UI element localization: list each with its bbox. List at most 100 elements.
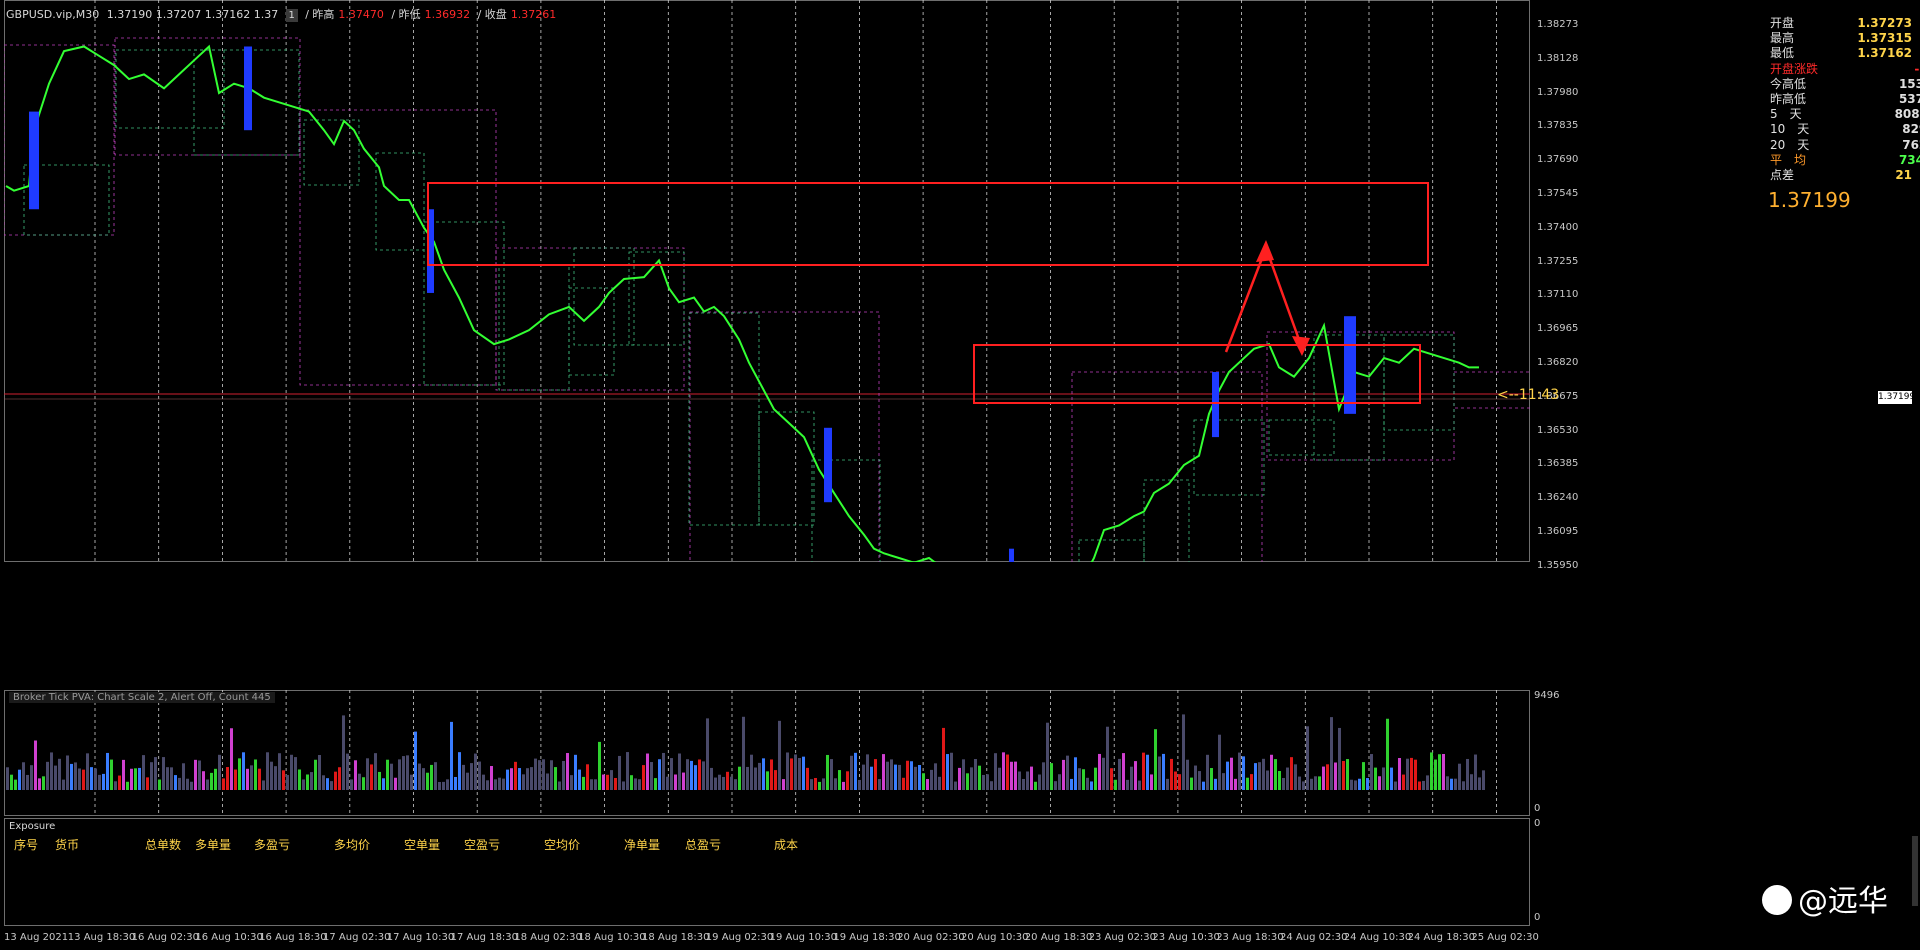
climax-bar: [824, 427, 832, 503]
volume-bar: [486, 780, 489, 790]
info-label: 10 天: [1770, 122, 1810, 137]
volume-bar: [1138, 780, 1141, 790]
range-box: [299, 109, 497, 386]
volume-bar: [454, 776, 457, 790]
volume-bar: [894, 764, 897, 790]
volume-bar: [42, 776, 45, 790]
volume-bar: [1074, 757, 1077, 790]
volume-bar: [626, 752, 629, 790]
volume-bar: [1350, 779, 1353, 790]
volume-bar: [1086, 777, 1089, 790]
volume-bar: [18, 769, 21, 790]
volume-bar: [198, 760, 201, 790]
volume-bar: [346, 753, 349, 790]
volume-bar: [462, 764, 465, 790]
volume-bar: [1386, 718, 1389, 790]
volume-bar: [706, 718, 709, 790]
prev-low-label: / 昨低: [391, 8, 421, 21]
volume-bar: [866, 754, 869, 790]
volume-bar: [806, 767, 809, 790]
volume-bar: [1058, 774, 1061, 790]
info-label: 20 天: [1770, 137, 1810, 152]
volume-bar: [74, 762, 77, 790]
volume-bar: [1258, 762, 1261, 790]
volume-bar: [1462, 781, 1465, 790]
volume-bar: [126, 781, 129, 790]
volume-bar: [722, 776, 725, 790]
volume-bar: [1338, 727, 1341, 790]
time-axis-label: 24 Aug 02:30: [1280, 932, 1348, 943]
volume-bar: [510, 768, 513, 790]
time-axis-label: 16 Aug 10:30: [195, 932, 263, 943]
one-click-button[interactable]: 1: [285, 9, 298, 22]
volume-bar: [154, 757, 157, 790]
volume-bar: [1126, 779, 1129, 790]
volume-bar: [582, 776, 585, 790]
volume-bar: [1174, 771, 1177, 790]
exposure-column-header: 总单数: [145, 838, 182, 852]
volume-bar: [422, 768, 425, 790]
info-row: 点差 21: [1770, 168, 1912, 183]
volume-bar: [686, 759, 689, 790]
volume-bar: [430, 764, 433, 790]
range-box: [1268, 419, 1335, 456]
volume-bar: [1418, 781, 1421, 790]
prev-high-value: 1.37470: [338, 8, 384, 21]
volume-bar: [30, 765, 33, 790]
volume-bar: [534, 758, 537, 790]
volume-bar: [142, 755, 145, 790]
pva-title: Broker Tick PVA: Chart Scale 2, Alert Of…: [9, 692, 275, 703]
volume-bar: [342, 715, 345, 790]
current-price-box: 1.37199: [1878, 391, 1916, 404]
price-axis-label: 1.38273: [1537, 19, 1579, 30]
volume-bar: [146, 777, 149, 790]
volume-bar: [354, 760, 357, 790]
exposure-panel[interactable]: [4, 818, 1530, 926]
volume-bar: [738, 766, 741, 790]
volume-bar: [742, 716, 745, 790]
volume-bar: [610, 770, 613, 790]
projection-arrow[interactable]: [1224, 244, 1304, 353]
volume-bar: [774, 770, 777, 790]
exposure-scrollbar[interactable]: [1912, 836, 1918, 906]
volume-bar: [1466, 758, 1469, 790]
info-value: 153: [1898, 76, 1920, 91]
volume-bar: [918, 765, 921, 790]
volume-bar: [1326, 764, 1329, 790]
volume-bar: [930, 769, 933, 790]
volume-bar: [1410, 757, 1413, 790]
volume-bar: [810, 779, 813, 790]
volume-bar: [782, 779, 785, 790]
climax-bar: [29, 111, 39, 210]
resistance-zone-box[interactable]: [427, 182, 1429, 266]
volume-bar: [446, 779, 449, 790]
pva-volume-canvas: [6, 690, 1497, 816]
volume-bar: [234, 769, 237, 790]
volume-bar: [210, 772, 213, 790]
volume-bar: [54, 765, 57, 790]
price-chart-canvas[interactable]: [4, 0, 1530, 562]
volume-bar: [306, 774, 309, 790]
volume-bar: [766, 771, 769, 790]
volume-bar: [842, 781, 845, 790]
volume-bar: [1310, 778, 1313, 790]
volume-bar: [1306, 726, 1309, 790]
volume-bar: [570, 775, 573, 790]
volume-bar: [1282, 777, 1285, 790]
volume-bar: [598, 741, 601, 790]
volume-bar: [266, 752, 269, 790]
price-axis-label: 1.36820: [1537, 357, 1579, 368]
volume-bar: [1354, 780, 1357, 790]
volume-bar: [482, 774, 485, 790]
volume-bar: [1398, 758, 1401, 790]
range-box: [114, 37, 301, 156]
volume-bar: [678, 753, 681, 790]
volume-bar: [398, 759, 401, 790]
time-axis-label: 23 Aug 10:30: [1152, 932, 1220, 943]
volume-bar: [1206, 754, 1209, 790]
watermark-text: @远华: [1798, 884, 1888, 919]
exposure-column-header: 序号: [14, 838, 39, 852]
volume-bar: [1090, 781, 1093, 790]
info-label: 开盘涨跌: [1770, 61, 1819, 76]
info-value: 829: [1902, 122, 1920, 137]
